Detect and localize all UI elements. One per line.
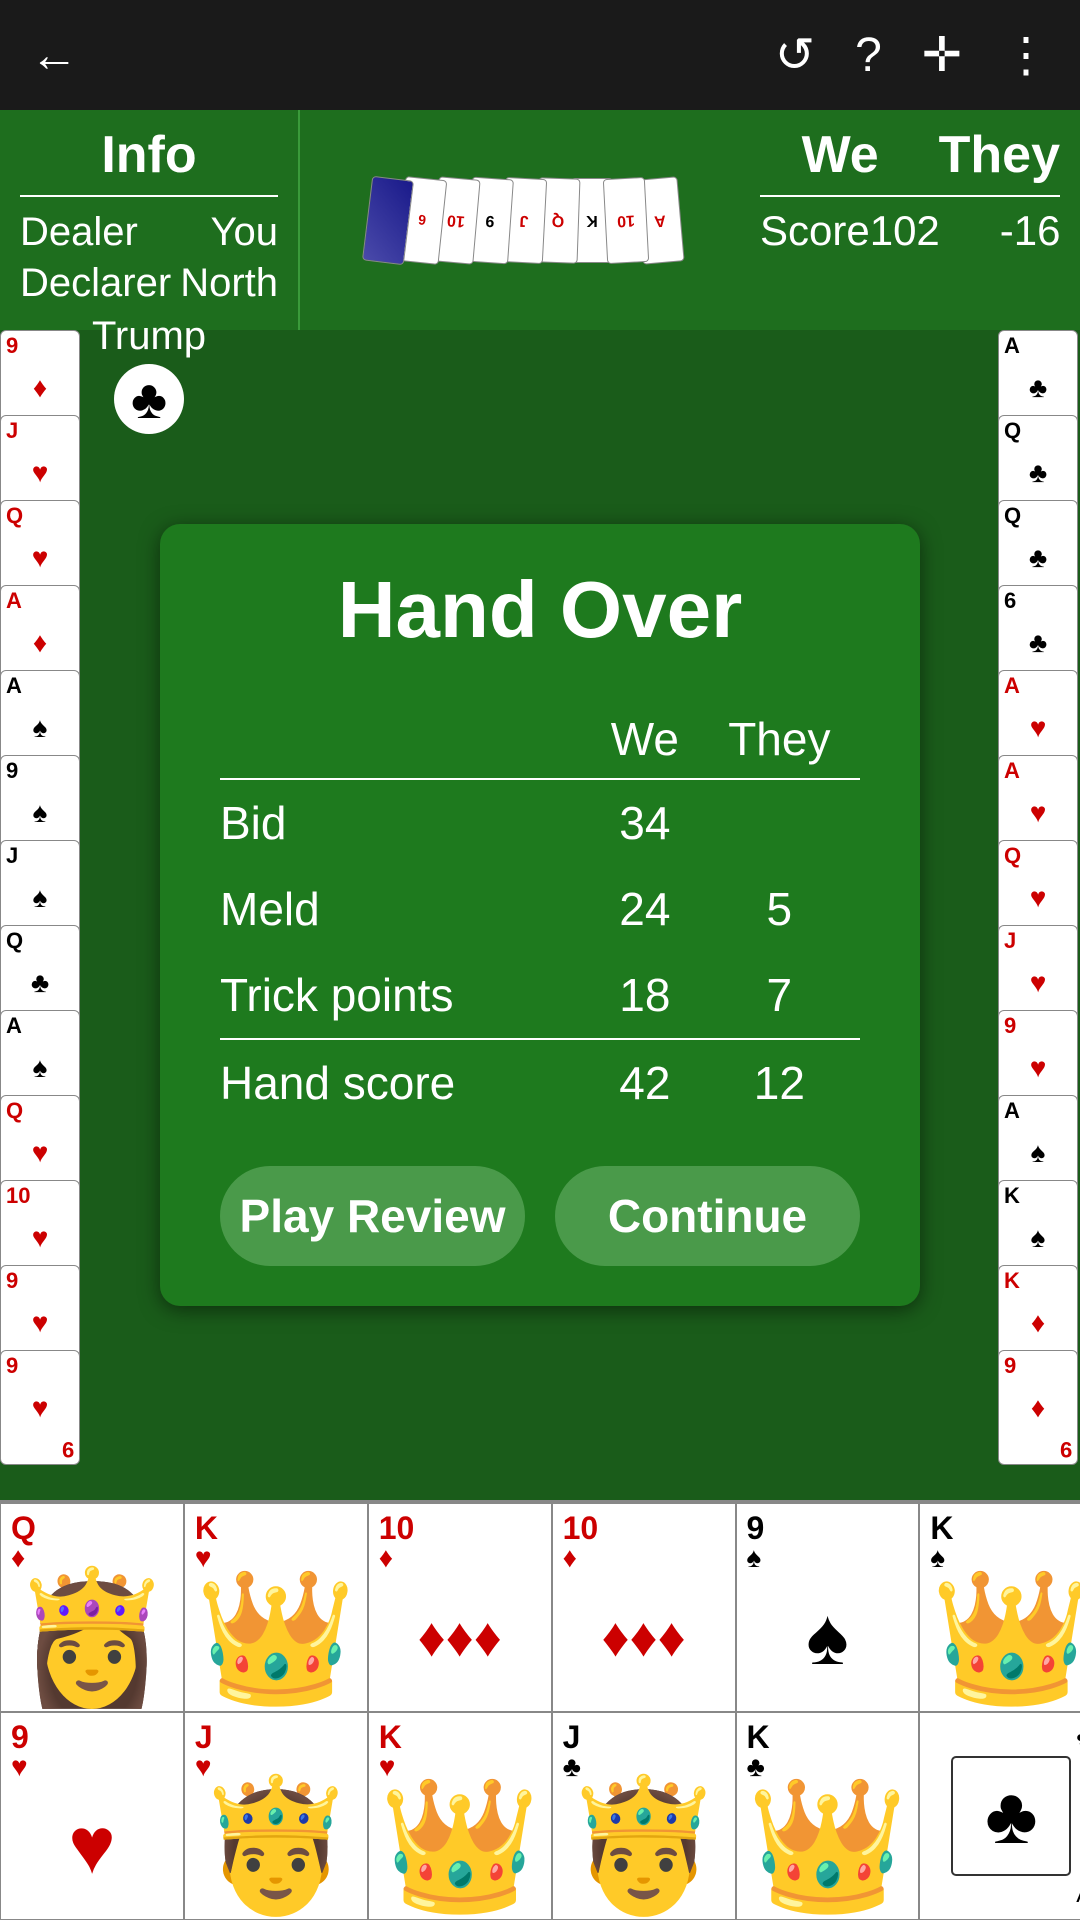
we-label: We: [802, 125, 879, 185]
table-header-row: We They: [220, 696, 860, 779]
hand-card-a-clubs-back[interactable]: ♣ A ♣: [919, 1712, 1080, 1920]
info-title: Info: [20, 125, 278, 197]
wreath-icon: ♣: [951, 1756, 1071, 1876]
hand-card-k-hearts[interactable]: K ♥ 👑: [184, 1503, 368, 1712]
score-header: We They: [760, 125, 1060, 197]
bid-we: 34: [591, 779, 699, 866]
hand-card-k-spades[interactable]: K ♠ 👑: [919, 1503, 1080, 1712]
score-row: Score 102 -16: [760, 207, 1060, 255]
hand-score-we: 42: [591, 1039, 699, 1126]
add-button[interactable]: ✛: [922, 27, 962, 83]
score-panel: We They Score 102 -16: [740, 110, 1080, 330]
hand-over-panel: Hand Over We They Bid 34 Meld 24 5 Trick…: [160, 524, 920, 1306]
card-fan-area: A 10 K Q J 9 10 6: [300, 110, 740, 330]
dealer-value: You: [211, 210, 279, 255]
hand-over-table: We They Bid 34 Meld 24 5 Trick points 18…: [220, 696, 860, 1126]
score-they-value: -16: [1000, 207, 1061, 255]
meld-row: Meld 24 5: [220, 866, 860, 952]
hand-card-10-diamonds-2[interactable]: 10 ♦ ♦♦♦: [552, 1503, 736, 1712]
hand-card-9-spades[interactable]: 9 ♠ ♠: [736, 1503, 920, 1712]
score-we-value: 102: [870, 207, 940, 255]
dealer-row: Dealer You: [20, 207, 278, 258]
main-game-area: Hand Over We They Bid 34 Meld 24 5 Trick…: [0, 330, 1080, 1500]
declarer-label: Declarer: [20, 261, 171, 306]
we-col-header: We: [591, 696, 699, 779]
hand-card-10-diamonds-1[interactable]: 10 ♦ ♦♦♦: [368, 1503, 552, 1712]
score-label: Score: [760, 207, 870, 255]
trick-row: Trick points 18 7: [220, 952, 860, 1039]
help-button[interactable]: ?: [855, 28, 882, 83]
hand-card-j-clubs[interactable]: J ♣ 🤴: [552, 1712, 736, 1920]
action-buttons: Play Review Continue: [220, 1166, 860, 1266]
bid-label: Bid: [220, 779, 591, 866]
hand-score-they: 12: [699, 1039, 860, 1126]
top-bar: ← ↺ ? ✛ ⋮: [0, 0, 1080, 110]
info-section: Info Dealer You Declarer North Trump ♣ A…: [0, 110, 1080, 330]
bid-they: [699, 779, 860, 866]
they-col-header: They: [699, 696, 860, 779]
declarer-row: Declarer North: [20, 258, 278, 309]
hand-card-k-clubs[interactable]: K ♣ 👑: [736, 1712, 920, 1920]
bottom-hand: Q ♦ 👸 K ♥ 👑 10 ♦ ♦♦♦ 10 ♦ ♦♦♦ 9 ♠ ♠ K ♠ …: [0, 1500, 1080, 1920]
table-col-label: [220, 696, 591, 779]
dealer-label: Dealer: [20, 210, 138, 255]
trick-we: 18: [591, 952, 699, 1039]
bid-row: Bid 34: [220, 779, 860, 866]
trick-label: Trick points: [220, 952, 591, 1039]
undo-button[interactable]: ↺: [775, 27, 815, 83]
declarer-value: North: [180, 261, 278, 306]
hand-card-k-hearts-2[interactable]: K ♥ 👑: [368, 1712, 552, 1920]
trick-they: 7: [699, 952, 860, 1039]
hand-card-9-hearts[interactable]: 9 ♥ ♥: [0, 1712, 184, 1920]
info-left-panel: Info Dealer You Declarer North Trump ♣: [0, 110, 300, 330]
meld-we: 24: [591, 866, 699, 952]
meld-they: 5: [699, 866, 860, 952]
hand-over-title: Hand Over: [220, 564, 860, 656]
continue-button[interactable]: Continue: [555, 1166, 860, 1266]
meld-label: Meld: [220, 866, 591, 952]
hand-score-row: Hand score 42 12: [220, 1039, 860, 1126]
play-review-button[interactable]: Play Review: [220, 1166, 525, 1266]
hand-card-q-diamonds[interactable]: Q ♦ 👸: [0, 1503, 184, 1712]
they-label: They: [939, 125, 1060, 185]
hand-score-label: Hand score: [220, 1039, 591, 1126]
back-button[interactable]: ←: [30, 28, 78, 83]
hand-card-j-hearts[interactable]: J ♥ 🤴: [184, 1712, 368, 1920]
more-button[interactable]: ⋮: [1002, 27, 1050, 83]
